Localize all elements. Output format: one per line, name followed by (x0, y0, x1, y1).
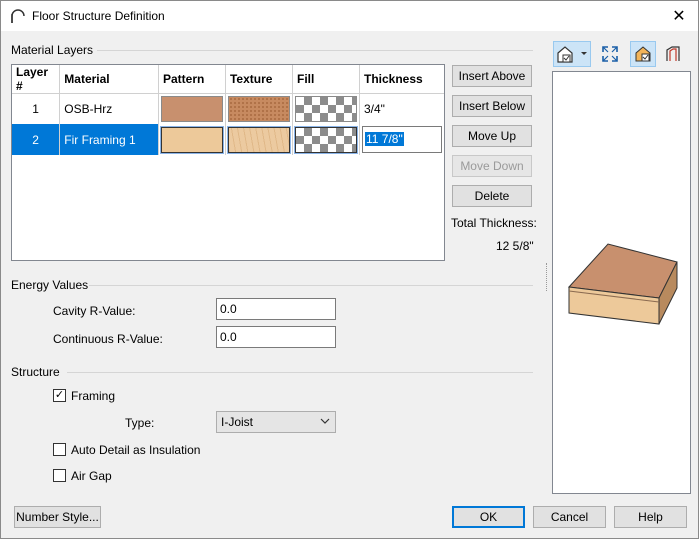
material-layers-label: Material Layers (11, 43, 94, 57)
continuous-r-label: Continuous R-Value: (53, 332, 163, 346)
splitter-handle[interactable] (546, 263, 548, 291)
pattern-swatch[interactable] (160, 96, 223, 122)
preview-pane[interactable] (552, 71, 691, 494)
title-bar: Floor Structure Definition ✕ (1, 1, 698, 31)
layer-number: 2 (12, 124, 61, 155)
col-header-fill[interactable]: Fill (292, 65, 360, 94)
layer-number: 1 (12, 93, 61, 124)
col-header-material[interactable]: Material (59, 65, 159, 94)
air-gap-checkbox[interactable] (53, 469, 66, 482)
continuous-r-input[interactable] (216, 326, 336, 348)
app-arch-icon (11, 9, 25, 23)
table-header-row: Layer # Material Pattern Texture Fill Th… (12, 65, 444, 94)
thickness-cell[interactable]: 11 7/8" (359, 124, 444, 155)
thickness-edit-value[interactable]: 11 7/8" (364, 132, 404, 146)
structure-divider (67, 372, 533, 373)
chevron-down-icon (581, 52, 587, 55)
fill-window-icon (602, 46, 618, 62)
framing-label[interactable]: Framing (71, 389, 115, 403)
ok-button[interactable]: OK (452, 506, 525, 528)
texture-cell[interactable] (225, 93, 293, 124)
chevron-down-icon (320, 416, 330, 429)
auto-detail-checkbox[interactable] (53, 443, 66, 456)
dialog-window: Floor Structure Definition ✕ Material La… (0, 0, 699, 539)
col-header-layer[interactable]: Layer # (12, 65, 61, 94)
cavity-r-label: Cavity R-Value: (53, 304, 136, 318)
energy-values-label: Energy Values (11, 278, 89, 292)
pattern-cell[interactable] (158, 93, 226, 124)
layer-thickness[interactable]: 3/4" (359, 94, 444, 125)
cavity-r-input[interactable] (216, 298, 336, 320)
number-style-button[interactable]: Number Style... (14, 506, 101, 528)
auto-detail-label[interactable]: Auto Detail as Insulation (71, 443, 200, 457)
fill-swatch[interactable] (293, 125, 358, 154)
help-button[interactable]: Help (614, 506, 687, 528)
texture-cell[interactable] (225, 124, 293, 155)
structure-label: Structure (11, 365, 60, 379)
delete-button[interactable]: Delete (452, 185, 532, 207)
floor-3d-preview (567, 243, 678, 325)
texture-swatch[interactable] (227, 96, 290, 122)
cancel-button[interactable]: Cancel (533, 506, 606, 528)
air-gap-label[interactable]: Air Gap (71, 469, 112, 483)
view-mode-button[interactable] (553, 41, 591, 67)
layers-table: Layer # Material Pattern Texture Fill Th… (11, 64, 445, 261)
move-down-button[interactable]: Move Down (452, 155, 532, 177)
pattern-swatch[interactable] (159, 125, 224, 154)
section-view-icon (666, 46, 680, 61)
col-header-texture[interactable]: Texture (225, 65, 293, 94)
insert-below-button[interactable]: Insert Below (452, 95, 532, 117)
material-layers-divider (97, 50, 533, 51)
window-title: Floor Structure Definition (32, 9, 165, 23)
insert-above-button[interactable]: Insert Above (452, 65, 532, 87)
color-toggle-button[interactable] (630, 41, 656, 67)
move-up-button[interactable]: Move Up (452, 125, 532, 147)
framing-checkbox[interactable]: ✓ (53, 389, 66, 402)
type-select[interactable]: I-Joist (216, 411, 336, 433)
layer-material[interactable]: OSB-Hrz (59, 93, 159, 124)
table-row-selected[interactable]: 2 Fir Framing 1 11 7/8" (12, 124, 444, 155)
fill-window-button[interactable] (597, 41, 623, 67)
pattern-cell[interactable] (158, 124, 226, 155)
type-select-value: I-Joist (221, 415, 254, 429)
total-thickness-label: Total Thickness: (451, 216, 537, 230)
texture-swatch[interactable] (226, 125, 291, 154)
col-header-pattern[interactable]: Pattern (158, 65, 226, 94)
col-header-thickness[interactable]: Thickness (359, 65, 444, 94)
fill-cell[interactable] (292, 124, 360, 155)
section-view-button[interactable] (660, 41, 686, 67)
table-row[interactable]: 1 OSB-Hrz 3/4" (12, 93, 444, 125)
energy-divider (89, 285, 533, 286)
thickness-edit-field[interactable]: 11 7/8" (361, 126, 442, 153)
layer-material[interactable]: Fir Framing 1 (59, 124, 159, 155)
type-label: Type: (125, 416, 155, 430)
fill-swatch[interactable] (294, 96, 357, 122)
total-thickness-value: 12 5/8" (496, 239, 534, 253)
fill-cell[interactable] (292, 93, 360, 124)
close-button[interactable]: ✕ (668, 6, 690, 26)
view-mode-icon (557, 46, 587, 63)
color-toggle-icon (635, 46, 651, 62)
